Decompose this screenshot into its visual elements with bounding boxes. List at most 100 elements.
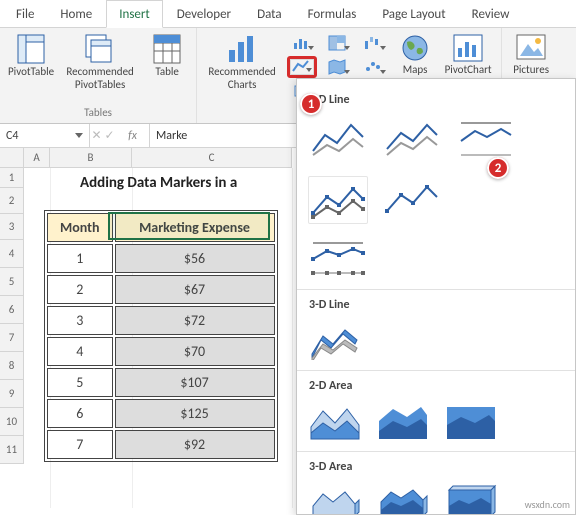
section-2d-area: 2-D Area xyxy=(309,379,563,393)
cell-expense[interactable]: $70 xyxy=(115,337,275,366)
fx-icon[interactable]: fx xyxy=(118,129,148,143)
table-row: 1$56 xyxy=(47,244,275,273)
100stacked-area-icon xyxy=(445,401,497,441)
row-header-3[interactable]: 3 xyxy=(0,214,24,240)
col-header-b[interactable]: B xyxy=(50,148,132,168)
select-all-corner[interactable] xyxy=(0,148,24,168)
cell-expense[interactable]: $72 xyxy=(115,306,275,335)
tab-review[interactable]: Review xyxy=(460,1,522,27)
tab-pagelayout[interactable]: Page Layout xyxy=(370,1,457,27)
chart-thumb-3d-100stacked-area[interactable] xyxy=(443,480,499,515)
recommended-charts-icon xyxy=(226,34,258,64)
table-row: 3$72 xyxy=(47,306,275,335)
table-row: 4$70 xyxy=(47,337,275,366)
chart-thumb-area[interactable] xyxy=(307,399,363,443)
pivotchart-button[interactable]: PivotChart xyxy=(441,32,495,79)
row-header-2[interactable]: 2 xyxy=(0,188,24,214)
name-box-dropdown-icon xyxy=(75,133,83,138)
maps-button[interactable]: Maps xyxy=(395,32,435,79)
line-chart-icon xyxy=(292,59,312,75)
pivotchart-label: PivotChart xyxy=(445,64,492,77)
pivottable-label: PivotTable xyxy=(8,66,54,79)
tab-formulas[interactable]: Formulas xyxy=(296,1,369,27)
cell-month[interactable]: 1 xyxy=(47,244,113,273)
cell-expense[interactable]: $56 xyxy=(115,244,275,273)
tables-group-label: Tables xyxy=(84,106,112,121)
accept-formula-icon[interactable]: ✓ xyxy=(104,128,114,143)
recommended-pivottables-label: Recommended PivotTables xyxy=(66,66,133,91)
name-box-value: C4 xyxy=(6,129,18,143)
cell-month[interactable]: 4 xyxy=(47,337,113,366)
data-table: Month Marketing Expense 1$56 2$67 3$72 4… xyxy=(44,210,278,462)
insert-scatter-chart-button[interactable] xyxy=(359,56,389,78)
chart-thumb-3d-area[interactable] xyxy=(307,480,363,515)
table-icon xyxy=(153,34,181,64)
100stacked-line-icon xyxy=(457,115,515,161)
table-row: 6$125 xyxy=(47,399,275,428)
section-3d-line: 3-D Line xyxy=(309,298,563,312)
tab-data[interactable]: Data xyxy=(245,1,294,27)
insert-column-chart-button[interactable] xyxy=(287,32,317,54)
callout-1: 1 xyxy=(300,93,322,115)
section-2d-line: 2-D Line xyxy=(309,93,563,107)
area-icon xyxy=(309,401,361,441)
name-box[interactable]: C4 xyxy=(0,124,90,147)
tab-developer[interactable]: Developer xyxy=(165,1,243,27)
3d-stacked-area-icon xyxy=(377,482,429,515)
watermark: wsxdn.com xyxy=(525,498,570,511)
insert-line-chart-button[interactable] xyxy=(287,56,317,78)
row-header-5[interactable]: 5 xyxy=(0,268,24,296)
recommended-charts-button[interactable]: Recommended Charts xyxy=(203,32,281,93)
row-header-6[interactable]: 6 xyxy=(0,296,24,324)
cell-expense[interactable]: $67 xyxy=(115,275,275,304)
chart-thumb-line-markers[interactable] xyxy=(307,175,369,225)
row-header-1[interactable]: 1 xyxy=(0,168,24,188)
cell-month[interactable]: 3 xyxy=(47,306,113,335)
chart-thumb-line[interactable] xyxy=(307,113,369,163)
recommended-pivottables-icon xyxy=(85,34,115,64)
recommended-pivottables-button[interactable]: Recommended PivotTables xyxy=(62,32,138,93)
chart-thumb-100stacked-line[interactable] xyxy=(455,113,517,163)
cell-month[interactable]: 2 xyxy=(47,275,113,304)
chart-thumb-3d-line[interactable] xyxy=(307,318,363,362)
table-label: Table xyxy=(155,66,179,79)
cancel-formula-icon[interactable]: ✕ xyxy=(91,128,101,143)
row-header-8[interactable]: 8 xyxy=(0,352,24,380)
insert-map-chart-button[interactable] xyxy=(323,56,353,78)
tab-home[interactable]: Home xyxy=(48,1,104,27)
table-row: 5$107 xyxy=(47,368,275,397)
cell-month[interactable]: 5 xyxy=(47,368,113,397)
globe-icon xyxy=(401,34,429,62)
stacked-line-markers-icon xyxy=(383,177,441,223)
row-header-4[interactable]: 4 xyxy=(0,240,24,268)
cell-month[interactable]: 6 xyxy=(47,399,113,428)
table-row: 2$67 xyxy=(47,275,275,304)
pivottable-button[interactable]: PivotTable xyxy=(6,32,56,81)
insert-hierarchy-chart-button[interactable] xyxy=(323,32,353,54)
cell-month[interactable]: 7 xyxy=(47,430,113,459)
row-header-10[interactable]: 10 xyxy=(0,408,24,436)
chart-thumb-stacked-area[interactable] xyxy=(375,399,431,443)
chart-thumb-stacked-line[interactable] xyxy=(381,113,443,163)
table-button[interactable]: Table xyxy=(144,32,190,81)
cell-expense[interactable]: $92 xyxy=(115,430,275,459)
row-header-9[interactable]: 9 xyxy=(0,380,24,408)
cell-expense[interactable]: $125 xyxy=(115,399,275,428)
chart-thumb-100stacked-line-markers[interactable] xyxy=(307,231,369,281)
tab-file[interactable]: File xyxy=(4,1,46,27)
chart-thumb-stacked-line-markers[interactable] xyxy=(381,175,443,225)
tab-insert[interactable]: Insert xyxy=(106,0,163,28)
col-header-c[interactable]: C xyxy=(132,148,292,168)
row-header-11[interactable]: 11 xyxy=(0,436,24,464)
pictures-button[interactable]: Pictures xyxy=(508,32,554,79)
header-month: Month xyxy=(47,213,113,242)
chart-thumb-100stacked-area[interactable] xyxy=(443,399,499,443)
pictures-icon xyxy=(516,34,546,62)
row-header-7[interactable]: 7 xyxy=(0,324,24,352)
stacked-area-icon xyxy=(377,401,429,441)
col-header-a[interactable]: A xyxy=(24,148,50,168)
insert-waterfall-chart-button[interactable] xyxy=(359,32,389,54)
header-expense: Marketing Expense xyxy=(115,213,275,242)
cell-expense[interactable]: $107 xyxy=(115,368,275,397)
chart-thumb-3d-stacked-area[interactable] xyxy=(375,480,431,515)
